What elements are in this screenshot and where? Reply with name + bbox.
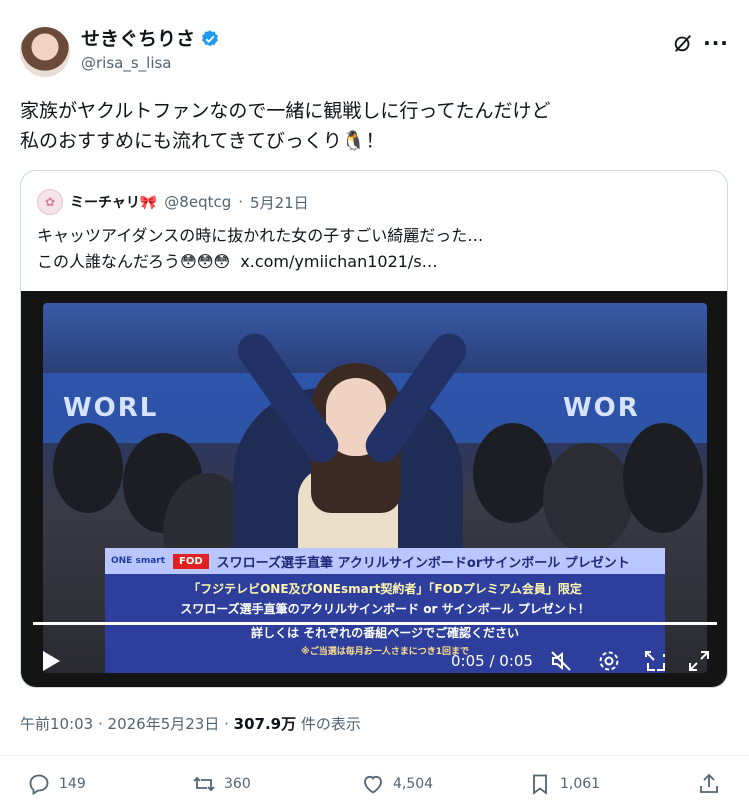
bookmark-button[interactable]: 1,061 bbox=[528, 772, 600, 796]
video-player[interactable]: WORL WOR ONE smart FOD スワローズ選手直筆 アクリルサイン… bbox=[21, 291, 727, 687]
bookmark-icon bbox=[533, 774, 547, 795]
quoted-author-name[interactable]: ミーチャリ🎀 bbox=[70, 192, 157, 212]
fullscreen-icon[interactable] bbox=[687, 649, 711, 673]
retweet-button[interactable]: 360 bbox=[192, 772, 251, 796]
tv-caption-line: スワローズ選手直筆のアクリルサインボード or サインボール プレゼント！ bbox=[180, 602, 590, 616]
author-handle[interactable]: @risa_s_lisa bbox=[81, 54, 220, 72]
crowd-figure bbox=[623, 423, 703, 533]
tv-caption-note: ※ご当選は毎月お一人さまにつき1回まで bbox=[300, 647, 469, 657]
stadium-banner-text-left: WORL bbox=[63, 393, 159, 423]
quoted-tweet-header: ✿ ミーチャリ🎀 @8eqtcg · 5月21日 bbox=[37, 189, 309, 215]
post-meta: 午前10:03 · 2026年5月23日 · 307.9万 件の表示 bbox=[20, 715, 361, 733]
post-date[interactable]: 2026年5月23日 bbox=[108, 715, 220, 733]
crowd-figure bbox=[473, 423, 553, 523]
like-button[interactable]: 4,504 bbox=[361, 772, 433, 796]
reply-count: 149 bbox=[59, 776, 86, 792]
quoted-tweet[interactable]: ✿ ミーチャリ🎀 @8eqtcg · 5月21日 キャッツアイダンスの時に抜かれ… bbox=[20, 170, 728, 688]
verified-badge-icon bbox=[202, 30, 218, 47]
tweet-text: 家族がヤクルトファンなので一緒に観戦しに行ってたんだけど 私のおすすめにも流れて… bbox=[20, 100, 551, 152]
quoted-tweet-text: キャッツアイダンスの時に抜かれた女の子すごい綺麗だった… この人誰なんだろう😳😳… bbox=[37, 223, 707, 275]
quoted-author-handle[interactable]: @8eqtcg bbox=[164, 193, 231, 211]
reply-icon bbox=[29, 774, 49, 796]
settings-icon[interactable] bbox=[597, 649, 621, 673]
quoted-tweet-link[interactable]: x.com/ymiichan1021/s… bbox=[240, 252, 437, 271]
like-count: 4,504 bbox=[393, 776, 434, 792]
view-count: 307.9万 bbox=[233, 715, 297, 733]
more-options-icon[interactable]: ··· bbox=[703, 30, 729, 56]
share-icon bbox=[700, 773, 718, 793]
author-block: せきぐちりさ @risa_s_lisa bbox=[81, 27, 220, 72]
retweet-icon bbox=[193, 776, 215, 792]
play-icon[interactable] bbox=[41, 650, 61, 672]
grok-icon[interactable] bbox=[670, 30, 696, 56]
bookmark-count: 1,061 bbox=[560, 776, 601, 792]
video-time: 0:05 / 0:05 bbox=[451, 652, 533, 670]
post-time[interactable]: 午前10:03 bbox=[20, 715, 93, 733]
crowd-figure bbox=[543, 443, 633, 553]
tv-caption-line: 「フジテレビONE及びONEsmart契約者」「FODプレミアム会員」限定 bbox=[188, 582, 582, 596]
crowd-figure bbox=[53, 423, 123, 513]
mute-icon[interactable] bbox=[549, 649, 573, 673]
video-progress-bar[interactable] bbox=[33, 622, 717, 625]
retweet-count: 360 bbox=[224, 776, 251, 792]
tv-caption-header: ONE smart FOD スワローズ選手直筆 アクリルサインボードorサインボ… bbox=[105, 548, 665, 574]
author-name[interactable]: せきぐちりさ bbox=[81, 27, 195, 51]
video-frame: WORL WOR ONE smart FOD スワローズ選手直筆 アクリルサイン… bbox=[43, 303, 707, 673]
author-name-row[interactable]: せきぐちりさ bbox=[81, 27, 220, 51]
quoted-tweet-date[interactable]: 5月21日 bbox=[250, 192, 309, 213]
fod-logo: FOD bbox=[173, 553, 209, 569]
tv-caption-header-text: スワローズ選手直筆 アクリルサインボードorサインボール プレゼント bbox=[216, 555, 630, 571]
popout-icon[interactable] bbox=[643, 649, 667, 673]
share-button[interactable] bbox=[697, 772, 721, 796]
view-label: 件の表示 bbox=[300, 715, 361, 733]
author-avatar[interactable] bbox=[20, 27, 70, 77]
reply-button[interactable]: 149 bbox=[27, 772, 86, 796]
stadium-banner-text-right: WOR bbox=[563, 393, 640, 423]
tv-channel-logo: ONE smart bbox=[111, 556, 166, 566]
video-progress-fill bbox=[33, 622, 717, 625]
tv-caption-line: 詳しくは それぞれの番組ページでご確認ください bbox=[251, 626, 519, 640]
divider bbox=[0, 755, 749, 756]
meta-separator: · bbox=[238, 193, 244, 211]
tv-caption-box: ONE smart FOD スワローズ選手直筆 アクリルサインボードorサインボ… bbox=[105, 548, 665, 673]
heart-icon bbox=[364, 775, 382, 794]
quoted-author-avatar[interactable]: ✿ bbox=[37, 189, 63, 215]
